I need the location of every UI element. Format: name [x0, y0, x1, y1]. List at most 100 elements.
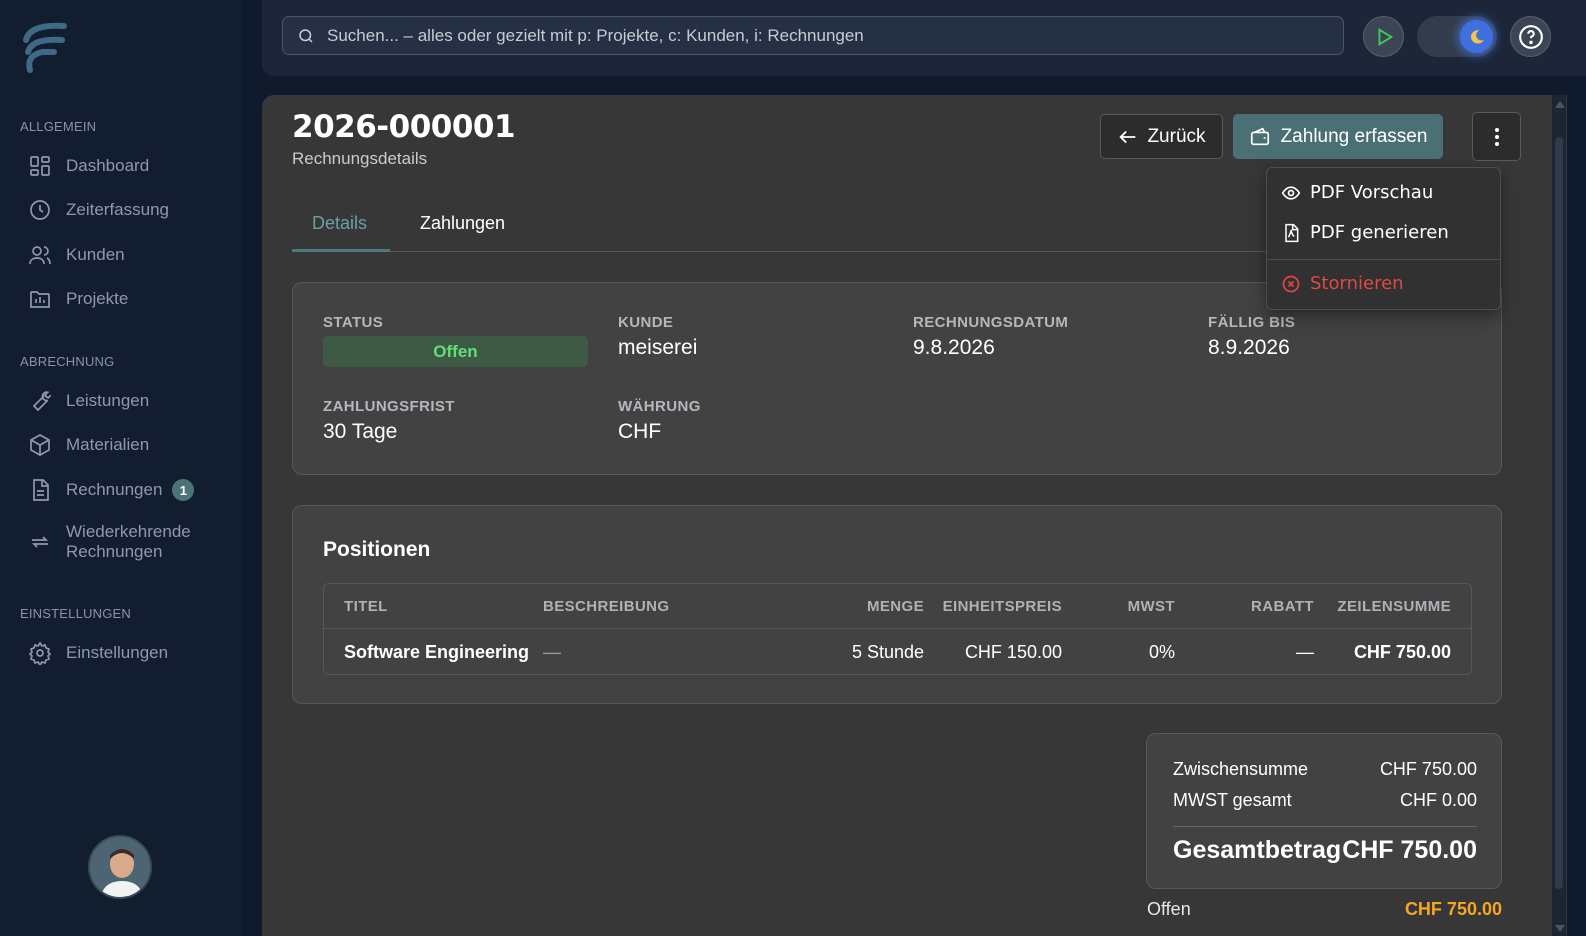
menu-item-cancel-invoice[interactable]: Stornieren — [1281, 273, 1404, 294]
record-payment-button[interactable]: Zahlung erfassen — [1233, 114, 1443, 159]
open-amount-row: Offen CHF 750.00 — [1147, 899, 1502, 920]
sidebar-item-wiederkehrende-rechnungen[interactable]: Wiederkehrende Rechnungen — [28, 520, 206, 564]
sidebar-item-projekte[interactable]: Projekte — [28, 285, 128, 313]
sidebar-item-leistungen[interactable]: Leistungen — [28, 387, 149, 415]
play-icon — [1378, 27, 1393, 46]
sidebar-item-label: Dashboard — [66, 156, 150, 175]
users-icon — [29, 246, 51, 265]
table-cell-zeilensumme: CHF 750.00 — [1353, 642, 1451, 662]
column-header: RABATT — [1251, 598, 1314, 615]
table-cell-beschreibung: — — [543, 642, 561, 662]
sidebar-item-rechnungen[interactable]: Rechnungen 1 — [28, 476, 195, 504]
positions-table: TITEL BESCHREIBUNG MENGE EINHEITSPREIS M… — [323, 583, 1472, 675]
menu-item-pdf-generate[interactable]: PDF generieren — [1281, 222, 1449, 243]
sidebar-item-label: Rechnungen — [66, 480, 163, 499]
rechnungsdatum-label: RECHNUNGSDATUM — [913, 314, 1069, 331]
positions-title: Positionen — [323, 538, 431, 561]
total-label: Gesamtbetrag — [1173, 836, 1342, 864]
eye-icon — [1281, 185, 1301, 200]
sidebar-item-materialien[interactable]: Materialien — [28, 431, 149, 459]
more-actions-button[interactable] — [1472, 112, 1521, 161]
waehrung-value: CHF — [618, 420, 662, 443]
open-label: Offen — [1147, 899, 1191, 919]
section-label-abrechnung: ABRECHNUNG — [20, 354, 115, 369]
sidebar-item-label: Einstellungen — [66, 643, 169, 662]
projects-icon — [30, 291, 50, 308]
column-header: ZEILENSUMME — [1337, 598, 1451, 615]
scroll-up-arrow[interactable] — [1555, 101, 1565, 108]
scroll-thumb[interactable] — [1555, 137, 1563, 889]
back-button[interactable]: Zurück — [1100, 114, 1223, 159]
invoice-info-card: STATUS Offen KUNDE meiserei RECHNUNGSDAT… — [292, 282, 1502, 475]
wrench-icon — [32, 391, 52, 412]
sidebar-item-label: Materialien — [66, 435, 150, 454]
dashboard-icon — [30, 156, 50, 176]
vat-label: MWST gesamt — [1173, 790, 1292, 810]
page-subtitle: Rechnungsdetails — [292, 149, 428, 168]
tab-zahlungen[interactable]: Zahlungen — [420, 213, 505, 234]
faellig-label: FÄLLIG BIS — [1208, 314, 1296, 331]
status-badge: Offen — [323, 336, 588, 367]
page-scrollbar[interactable] — [1552, 95, 1566, 936]
scroll-down-arrow[interactable] — [1555, 925, 1565, 932]
more-vertical-icon — [1494, 127, 1499, 146]
user-avatar[interactable] — [88, 835, 152, 899]
tab-details[interactable]: Details — [312, 213, 367, 234]
sidebar: ALLGEMEIN Dashboard Zeiterfassung Kunden… — [0, 0, 242, 936]
theme-toggle[interactable] — [1417, 16, 1497, 57]
menu-item-pdf-preview[interactable]: PDF Vorschau — [1281, 182, 1433, 203]
vat-value: CHF 0.00 — [1399, 790, 1477, 810]
arrow-left-icon — [1119, 130, 1136, 143]
menu-divider — [1267, 259, 1500, 260]
rechnungsdatum-value: 9.8.2026 — [913, 336, 995, 359]
column-header: MENGE — [866, 598, 924, 615]
waehrung-label: WÄHRUNG — [618, 398, 701, 415]
active-tab-indicator — [292, 249, 390, 252]
table-cell-menge: 5 Stunde — [851, 642, 924, 662]
document-icon — [33, 479, 49, 501]
sidebar-item-label: Leistungen — [66, 391, 150, 410]
menu-item-label: PDF Vorschau — [1310, 182, 1434, 203]
top-bar — [262, 0, 1586, 76]
table-cell-einheitspreis: CHF 150.00 — [964, 642, 1062, 662]
sidebar-item-label: Zeiterfassung — [66, 200, 169, 219]
search-input[interactable] — [327, 25, 1307, 46]
status-label: STATUS — [323, 314, 384, 331]
zahlungsfrist-value: 30 Tage — [323, 420, 398, 443]
menu-item-label: Stornieren — [1310, 273, 1404, 294]
help-button[interactable] — [1510, 16, 1551, 57]
repeat-icon — [31, 536, 49, 548]
column-header: EINHEITSPREIS — [942, 598, 1062, 615]
sidebar-item-dashboard[interactable]: Dashboard — [28, 152, 149, 180]
sidebar-item-kunden[interactable]: Kunden — [28, 241, 125, 269]
positions-card: Positionen TITEL BESCHREIBUNG MENGE EINH… — [292, 505, 1502, 704]
app-logo[interactable] — [20, 20, 68, 76]
vat-row: MWST gesamt CHF 0.00 — [1173, 790, 1477, 811]
open-value: CHF 750.00 — [1404, 899, 1502, 919]
column-header: MWST — [1127, 598, 1175, 615]
kunde-value: meiserei — [618, 336, 698, 359]
table-cell-mwst: 0% — [1148, 642, 1175, 662]
total-value: CHF 750.00 — [1342, 836, 1477, 864]
back-button-label: Zurück — [1147, 125, 1206, 147]
sidebar-item-zeiterfassung[interactable]: Zeiterfassung — [28, 196, 169, 224]
menu-item-label: PDF generieren — [1310, 222, 1449, 243]
page-title: 2026-000001 — [292, 109, 516, 145]
zahlungsfrist-label: ZAHLUNGSFRIST — [323, 398, 455, 415]
moon-icon — [1460, 20, 1493, 53]
start-timer-button[interactable] — [1363, 16, 1404, 57]
box-icon — [30, 434, 50, 456]
subtotal-label: Zwischensumme — [1173, 759, 1309, 779]
search-bar[interactable] — [282, 16, 1344, 55]
record-payment-label: Zahlung erfassen — [1280, 125, 1428, 147]
column-header: TITEL — [344, 598, 388, 615]
sidebar-item-label: Kunden — [66, 245, 125, 264]
totals-card: Zwischensumme CHF 750.00 MWST gesamt CHF… — [1146, 733, 1502, 889]
column-header: BESCHREIBUNG — [543, 598, 670, 615]
divider — [1173, 826, 1477, 827]
wallet-icon — [1250, 127, 1269, 145]
sidebar-item-einstellungen[interactable]: Einstellungen — [28, 639, 168, 667]
rechnungen-count-badge: 1 — [172, 479, 195, 501]
table-cell-rabatt: — — [1296, 642, 1314, 662]
sidebar-item-label: Projekte — [66, 289, 129, 308]
